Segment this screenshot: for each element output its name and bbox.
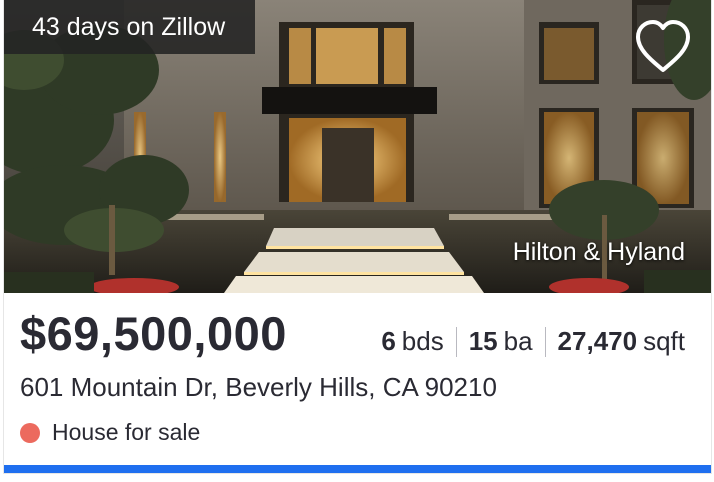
- listing-card[interactable]: 43 days on Zillow Hilton & Hyland $69,50…: [3, 0, 712, 474]
- save-favorite-button[interactable]: [633, 18, 693, 76]
- beds-unit: bds: [401, 326, 444, 356]
- fact-divider: [455, 326, 457, 357]
- baths-unit: ba: [503, 326, 533, 356]
- home-facts: 6 bds 15 ba 27,470 sqft: [381, 326, 685, 357]
- area-unit: sqft: [643, 326, 685, 356]
- status-dot-icon: [20, 422, 40, 443]
- listing-photo[interactable]: 43 days on Zillow Hilton & Hyland: [4, 0, 711, 293]
- days-on-zillow-badge: 43 days on Zillow: [4, 0, 256, 54]
- beds-count: 6: [381, 326, 396, 356]
- heart-outline-icon[interactable]: [633, 18, 693, 76]
- area-fact: 27,470 sqft: [558, 326, 685, 357]
- listing-address-link[interactable]: 601 Mountain Dr, Beverly Hills, CA 90210: [20, 372, 497, 403]
- baths-fact: 15 ba: [469, 326, 533, 357]
- area-value: 27,470: [557, 326, 638, 356]
- listing-price[interactable]: $69,500,000: [20, 306, 287, 361]
- listing-status: House for sale: [20, 419, 200, 446]
- fact-divider: [544, 326, 546, 357]
- card-accent-bar: [4, 465, 711, 473]
- brokerage-name: Hilton & Hyland: [512, 238, 685, 266]
- status-text: House for sale: [52, 419, 201, 445]
- beds-fact: 6 bds: [381, 326, 443, 357]
- baths-count: 15: [468, 326, 498, 356]
